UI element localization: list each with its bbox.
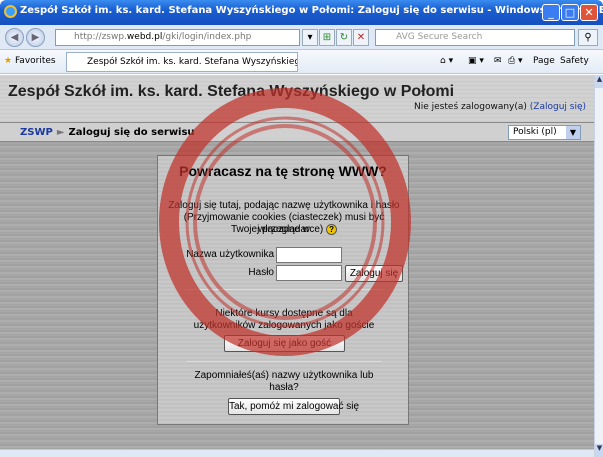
site-title: Zespół Szkół im. ks. kard. Stefana Wyszy… bbox=[8, 83, 455, 100]
guest-text-2: użytkowników zalogowanych jako goście bbox=[193, 320, 375, 331]
home-icon[interactable]: ⌂ ▾ bbox=[440, 56, 453, 66]
search-icon[interactable]: ⚲ bbox=[578, 29, 598, 46]
close-window-button[interactable]: ✕ bbox=[580, 4, 598, 21]
username-input[interactable] bbox=[276, 247, 342, 263]
divider bbox=[186, 361, 382, 362]
login-info: Nie jesteś zalogowany(a) (Zaloguj się) bbox=[414, 102, 586, 112]
mail-icon[interactable]: ✉ bbox=[494, 56, 502, 66]
compatibility-icon[interactable]: ⊞ bbox=[319, 29, 335, 46]
address-bar: ◀ ▶ http://zswp.webd.pl/gki/login/index.… bbox=[0, 25, 603, 50]
breadcrumb-home[interactable]: ZSWP bbox=[20, 127, 53, 138]
favorites-bar: ★ Favorites Zespół Szkół im. ks. kard. S… bbox=[0, 50, 603, 74]
forgot-password-button[interactable]: Tak, pomóż mi zalogować się bbox=[228, 398, 359, 415]
login-status: Nie jesteś zalogowany(a) bbox=[414, 102, 527, 112]
breadcrumb-current: Zaloguj się do serwisu bbox=[68, 127, 195, 138]
guest-text-1: Niektóre kursy dostępne są dla bbox=[215, 308, 353, 319]
language-select[interactable]: Polski (pl) ▼ bbox=[508, 125, 581, 140]
password-label: Hasło bbox=[248, 267, 274, 278]
login-instructions-3: Twojej przeglądarce) bbox=[230, 224, 324, 236]
ie-logo-icon bbox=[4, 5, 17, 18]
chevron-down-icon: ▼ bbox=[566, 126, 580, 139]
login-instructions-line3: Twojej przeglądarce) ? bbox=[162, 224, 406, 236]
breadcrumb: ZSWP ► Zaloguj się do serwisu bbox=[20, 127, 195, 138]
divider bbox=[186, 289, 382, 290]
scroll-down-icon[interactable]: ▼ bbox=[595, 444, 603, 457]
star-icon: ★ bbox=[4, 56, 13, 66]
url-prefix: http://zswp. bbox=[74, 32, 127, 42]
search-input[interactable]: AVG Secure Search bbox=[375, 29, 575, 46]
forgot-text-1: Zapomniałeś(aś) nazwy użytkownika lub bbox=[194, 370, 374, 381]
url-input[interactable]: http://zswp.webd.pl/gki/login/index.php bbox=[55, 29, 300, 46]
safety-menu[interactable]: Safety bbox=[560, 56, 589, 66]
back-arrow-icon[interactable]: ◀ bbox=[5, 28, 24, 47]
username-label: Nazwa użytkownika bbox=[186, 249, 274, 260]
window-title: Zespół Szkół im. ks. kard. Stefana Wyszy… bbox=[20, 5, 603, 16]
page-menu[interactable]: Page bbox=[533, 56, 555, 66]
login-button[interactable]: Zaloguj się bbox=[345, 265, 403, 282]
url-domain: webd.pl bbox=[126, 32, 163, 42]
login-heading: Powracasz na tę stronę WWW? bbox=[179, 163, 387, 179]
feeds-icon[interactable]: ▣ ▾ bbox=[468, 56, 484, 66]
language-selected: Polski (pl) bbox=[513, 127, 557, 137]
minimize-button[interactable]: _ bbox=[542, 4, 560, 21]
vertical-scrollbar[interactable]: ▲ ▼ bbox=[594, 75, 603, 457]
url-path: /gki/login/index.php bbox=[162, 32, 252, 42]
url-dropdown-icon[interactable]: ▾ bbox=[302, 29, 318, 46]
status-bar bbox=[0, 449, 594, 457]
login-instructions-1: Zaloguj się tutaj, podając nazwę użytkow… bbox=[168, 200, 400, 211]
navigation-bar: ZSWP ► Zaloguj się do serwisu Polski (pl) … bbox=[0, 122, 594, 142]
forgot-text-2: hasła? bbox=[269, 382, 299, 393]
browser-tab[interactable]: Zespół Szkół im. ks. kard. Stefana Wyszy… bbox=[66, 52, 298, 72]
scroll-up-icon[interactable]: ▲ bbox=[595, 75, 603, 88]
login-box: Powracasz na tę stronę WWW? Zaloguj się … bbox=[157, 155, 409, 425]
password-input[interactable] bbox=[276, 265, 342, 281]
window-title-bar: Zespół Szkół im. ks. kard. Stefana Wyszy… bbox=[0, 0, 603, 25]
login-link[interactable]: (Zaloguj się) bbox=[530, 102, 586, 112]
breadcrumb-separator: ► bbox=[56, 127, 65, 138]
guest-login-button[interactable]: Zaloguj się jako gość bbox=[224, 335, 345, 352]
stop-icon[interactable]: ✕ bbox=[353, 29, 369, 46]
refresh-icon[interactable]: ↻ bbox=[336, 29, 352, 46]
favorites-label: Favorites bbox=[14, 56, 56, 66]
print-icon[interactable]: ⎙ ▾ bbox=[508, 56, 523, 66]
maximize-button[interactable]: □ bbox=[561, 4, 579, 21]
forward-arrow-icon[interactable]: ▶ bbox=[26, 28, 45, 47]
favorites-button[interactable]: ★ Favorites bbox=[4, 56, 56, 66]
help-icon[interactable]: ? bbox=[326, 224, 338, 235]
web-page: Zespół Szkół im. ks. kard. Stefana Wyszy… bbox=[0, 75, 594, 449]
page-header: Zespół Szkół im. ks. kard. Stefana Wyszy… bbox=[0, 75, 594, 122]
